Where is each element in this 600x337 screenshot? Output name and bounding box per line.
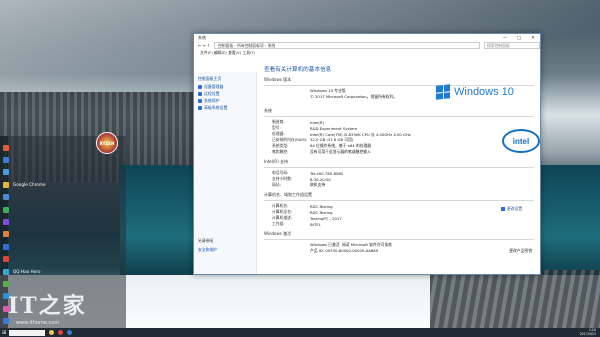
watermark-title: IT之家	[8, 293, 87, 319]
shield-icon	[198, 84, 202, 89]
info-value: 8:30-20:00	[310, 176, 331, 182]
maximize-button[interactable]: □	[512, 36, 526, 41]
shield-icon	[198, 105, 202, 110]
app-icon	[3, 231, 9, 238]
start-button[interactable]: ⊞	[2, 330, 6, 336]
search-input[interactable]: 搜索控制面板	[484, 42, 540, 49]
app-icon	[3, 169, 9, 176]
start-menu-app[interactable]	[3, 241, 123, 252]
shield-icon	[198, 98, 202, 103]
shield-icon	[198, 91, 202, 96]
info-value: RDC-Testing	[310, 209, 333, 215]
app-icon	[3, 206, 9, 213]
left-pane-link-label: 系统保护	[204, 97, 220, 103]
app-icon	[3, 256, 9, 263]
info-value: R&D Experiment System	[310, 125, 358, 131]
intel-logo: intel	[502, 129, 540, 153]
forward-icon[interactable]: →	[202, 43, 205, 48]
app-icon	[3, 280, 9, 287]
app-icon	[3, 218, 9, 225]
see-also-label: 另请参阅	[198, 238, 214, 243]
start-menu-app[interactable]	[3, 167, 123, 178]
left-pane-link[interactable]: 高级系统设置	[194, 104, 256, 111]
info-row: 工作组: INTEL	[264, 221, 534, 227]
taskbar-search-input[interactable]	[9, 329, 46, 336]
info-value: Tel:400-765-8080	[310, 170, 344, 176]
info-key: 工作组:	[272, 221, 285, 226]
info-key: 笔和触控:	[272, 149, 289, 154]
left-pane: 控制面板主页 设备管理器 远程设置 系统保护 高级系统设置 另请参阅 安全和维护	[194, 72, 257, 274]
windows-logo: Windows 10	[436, 84, 514, 100]
start-menu-app[interactable]	[3, 192, 123, 203]
info-value: 没有可用于此显示器的笔或触控输入	[310, 149, 371, 154]
start-menu-app[interactable]	[3, 229, 123, 240]
info-value: Intel(R) Core(TM) i5-8350K CPU @ 4.00GHz…	[310, 131, 411, 137]
left-pane-link[interactable]: 设备管理器	[194, 83, 256, 90]
ryzen-desktop-icon[interactable]: RYZEN	[96, 132, 118, 154]
info-key: 网站:	[272, 182, 281, 187]
left-pane-link-label: 远程设置	[204, 90, 220, 96]
system-tray-clock[interactable]: 1:10 2017/4/21	[579, 328, 596, 336]
window-title: 系统	[198, 35, 206, 40]
left-pane-link-label: 高级系统设置	[204, 104, 228, 110]
app-icon	[3, 194, 9, 201]
app-icon	[3, 268, 9, 275]
info-value: RDC-Testing	[310, 203, 333, 209]
app-icon	[3, 144, 9, 151]
windows-flag-icon	[436, 84, 450, 100]
start-menu-app[interactable]	[3, 154, 123, 165]
minimize-button[interactable]: —	[498, 36, 512, 41]
system-section-title: 系统	[264, 108, 272, 113]
ithome-watermark: IT之家 www.ithome.com	[8, 288, 87, 326]
info-row: 网站: 联机支持	[264, 182, 534, 188]
taskbar: ⊞ 1:10 2017/4/21	[0, 328, 600, 337]
back-icon[interactable]: ←	[198, 43, 201, 48]
info-row: 笔和触控: 没有可用于此显示器的笔或触控输入	[264, 149, 534, 155]
left-pane-link-label: 设备管理器	[204, 83, 224, 89]
app-label: Google Chrome	[13, 182, 46, 188]
app-label: QQ Hao Hero	[13, 269, 41, 274]
computer-section-title: 计算机名、域和工作组设置	[264, 192, 312, 197]
control-panel-home-link[interactable]: 控制面板主页	[194, 75, 256, 83]
start-menu-app[interactable]: QQ Hao Hero	[3, 266, 123, 277]
page-title: 查看有关计算机的基本信息	[264, 67, 332, 73]
address-bar: ← → ↑ 控制面板 › 所有控制面板项 › 系统 搜索控制面板	[194, 42, 540, 49]
left-pane-link[interactable]: 系统保护	[194, 97, 256, 104]
start-menu-app[interactable]	[3, 204, 123, 215]
copyright-text: © 2017 Microsoft Corporation。保留所有权利。	[310, 94, 398, 99]
change-settings-label: 更改设置	[507, 206, 523, 211]
system-window: 系统 — □ ✕ ← → ↑ 控制面板 › 所有控制面板项 › 系统 搜索控制面…	[193, 33, 541, 275]
breadcrumb[interactable]: 控制面板 › 所有控制面板项 › 系统	[214, 42, 480, 49]
info-value: INTEL	[310, 221, 321, 227]
start-menu-app[interactable]: Google Chrome	[3, 179, 123, 190]
security-maintenance-link[interactable]: 安全和维护	[198, 247, 217, 253]
app-icon	[3, 243, 9, 250]
support-section-title: Intel(R) 支持	[264, 159, 289, 164]
windows-logo-text: Windows 10	[454, 86, 514, 98]
product-id: 产品 ID: 00330-80000-00000-AA689	[310, 248, 379, 253]
file-explorer-icon[interactable]	[49, 330, 55, 335]
right-cliffs	[430, 270, 600, 330]
change-product-key-link[interactable]: 更改产品密钥	[509, 248, 532, 254]
app-icon	[3, 156, 9, 163]
activation-section-title: Windows 激活	[264, 231, 292, 236]
menu-bar[interactable]: 文件(F) 编辑(E) 查看(V) 工具(T)	[194, 49, 540, 56]
edge-icon[interactable]	[67, 330, 73, 335]
change-settings-link[interactable]: 更改设置	[501, 206, 522, 212]
close-button[interactable]: ✕	[526, 36, 540, 41]
title-bar: 系统 — □ ✕	[194, 34, 540, 42]
clock-date: 2017/4/21	[579, 331, 596, 336]
left-pane-link[interactable]: 远程设置	[194, 90, 256, 97]
edition-section-title: Windows 版本	[264, 77, 292, 82]
shield-icon	[501, 207, 505, 211]
start-menu-app[interactable]	[3, 254, 123, 265]
chrome-icon[interactable]	[58, 330, 64, 335]
info-value: Intel(R)	[310, 119, 325, 125]
info-value: TestingPC - 2017	[310, 215, 342, 221]
app-icon	[3, 181, 9, 188]
watermark-url: www.ithome.com	[16, 320, 60, 326]
up-icon[interactable]: ↑	[207, 43, 210, 48]
info-value[interactable]: 联机支持	[310, 182, 325, 188]
start-menu-app[interactable]	[3, 216, 123, 227]
